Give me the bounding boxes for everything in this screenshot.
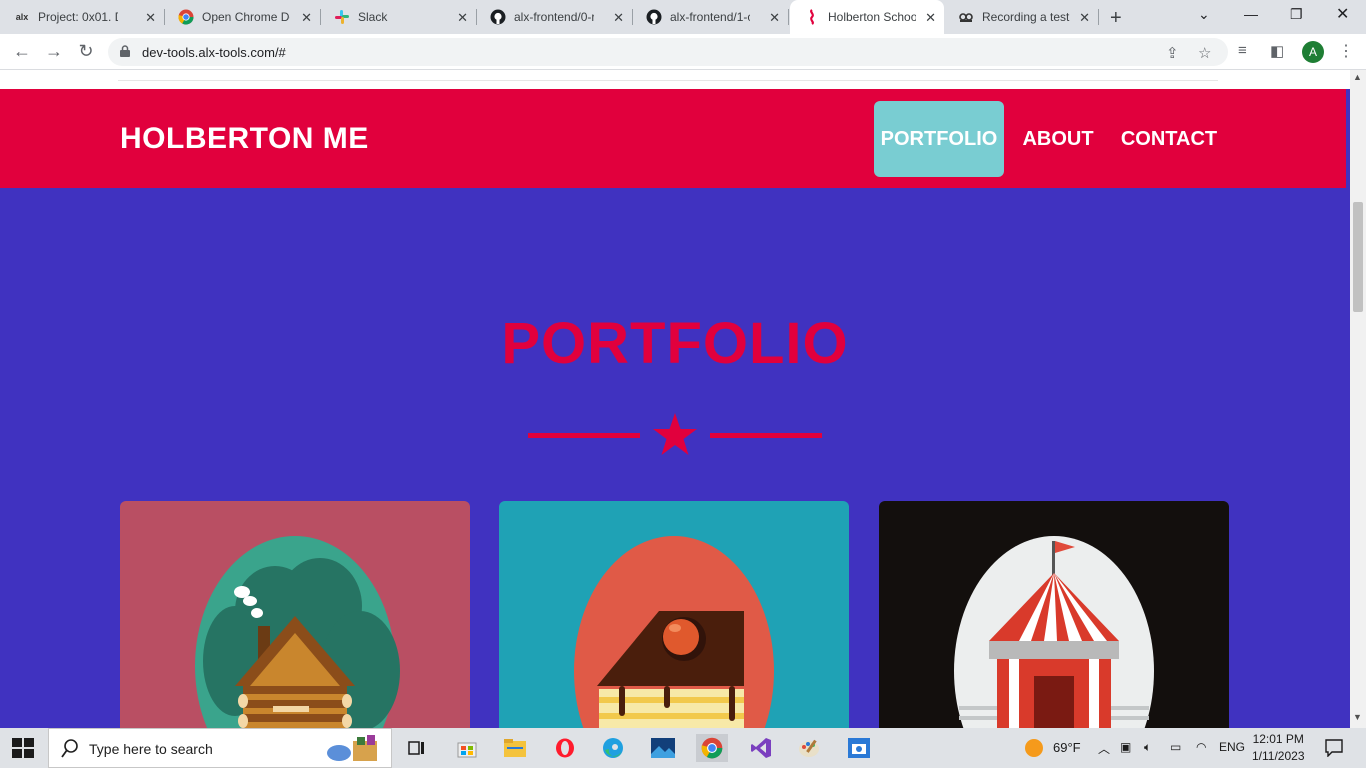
close-icon[interactable]: ✕ (769, 10, 780, 26)
section-title: PORTFOLIO (501, 311, 849, 376)
photo-app-icon[interactable] (648, 734, 678, 762)
media-control-icon[interactable]: ≡ (1238, 42, 1247, 59)
scroll-down-icon[interactable]: ▼ (1353, 712, 1362, 722)
forward-arrow-icon[interactable]: → (42, 41, 66, 62)
page-top-strip (0, 70, 1350, 89)
tab-title: alx-frontend/1-cl (670, 10, 750, 24)
close-icon[interactable]: ✕ (925, 10, 936, 26)
circus-tent-icon (954, 536, 1154, 728)
github-icon (646, 9, 662, 25)
tab-project[interactable]: alx Project: 0x01. De ✕ (0, 0, 165, 34)
tab-title: Project: 0x01. De (38, 10, 118, 24)
portfolio-card-circus[interactable] (879, 501, 1229, 728)
search-placeholder: Type here to search (89, 741, 213, 757)
site-header: HOLBERTON ME PORTFOLIO ABOUT CONTACT (0, 89, 1346, 188)
tab-chrome-devtools[interactable]: Open Chrome De ✕ (164, 0, 321, 34)
window-close-icon[interactable]: ✕ (1336, 4, 1349, 24)
github-icon (490, 9, 506, 25)
windows-start-icon[interactable] (12, 738, 34, 758)
restore-icon[interactable]: ❐ (1290, 6, 1303, 23)
close-icon[interactable]: ✕ (613, 10, 624, 26)
weather-temp[interactable]: 69°F (1053, 740, 1081, 755)
portfolio-card-cabin[interactable] (120, 501, 470, 728)
clock-date: 1/11/2023 (1252, 749, 1305, 763)
tab-github-0[interactable]: alx-frontend/0-re ✕ (476, 0, 633, 34)
lock-icon (120, 45, 130, 57)
menu-kebab-icon[interactable]: ⋮ (1338, 41, 1354, 61)
tab-holberton[interactable]: Holberton Schoo ✕ (790, 0, 944, 34)
minimize-icon[interactable]: — (1244, 6, 1258, 22)
chevron-up-icon[interactable]: ︿ (1098, 740, 1110, 757)
side-panel-icon[interactable]: ◧ (1270, 42, 1284, 60)
scrollbar-thumb[interactable] (1353, 202, 1363, 312)
search-icon (61, 739, 78, 758)
close-icon[interactable]: ✕ (1079, 10, 1090, 26)
system-clock[interactable]: 12:01 PM 1/11/2023 (1252, 731, 1305, 765)
file-explorer-icon[interactable] (500, 734, 530, 762)
network-status-icon[interactable]: ▣ (1120, 740, 1131, 754)
new-tab-plus-icon[interactable]: + (1110, 7, 1122, 30)
tab-title: alx-frontend/0-re (514, 10, 594, 24)
windows-taskbar: Type here to search 69°F ︿ ▣ 🔈︎ ▭ ◠ ENG … (0, 728, 1366, 768)
chrome-icon (178, 9, 194, 25)
nav-contact[interactable]: CONTACT (1112, 101, 1226, 177)
bookmark-star-icon[interactable]: ☆ (1198, 44, 1211, 62)
close-icon[interactable]: ✕ (301, 10, 312, 26)
site-brand[interactable]: HOLBERTON ME (120, 122, 369, 156)
page-scrollbar[interactable]: ▲ ▼ (1350, 70, 1366, 728)
tab-title: Recording a test (982, 10, 1070, 24)
tab-github-1[interactable]: alx-frontend/1-cl ✕ (632, 0, 789, 34)
tab-recording[interactable]: Recording a test ✕ (944, 0, 1099, 34)
slack-icon (334, 9, 350, 25)
wifi-icon[interactable]: ◠ (1196, 740, 1206, 754)
portfolio-card-cake[interactable] (499, 501, 849, 728)
close-icon[interactable]: ✕ (145, 10, 156, 26)
paint-icon[interactable] (794, 734, 824, 762)
tab-title: Open Chrome De (202, 10, 290, 24)
alx-icon: alx (15, 12, 29, 22)
microsoft-store-icon[interactable] (452, 734, 482, 762)
search-highlight-illustration-icon (327, 735, 377, 761)
edge-icon[interactable] (598, 734, 628, 762)
browser-tab-strip: alx Project: 0x01. De ✕ Open Chrome De ✕… (0, 0, 1366, 34)
task-view-icon[interactable] (402, 734, 432, 762)
recorder-icon (958, 9, 974, 25)
reload-icon[interactable]: ↻ (74, 41, 98, 62)
nav-about[interactable]: ABOUT (1014, 101, 1102, 177)
taskbar-search-box[interactable]: Type here to search (48, 728, 392, 768)
cabin-icon (195, 536, 400, 728)
clock-time: 12:01 PM (1252, 732, 1304, 746)
back-arrow-icon[interactable]: ← (10, 41, 34, 62)
close-icon[interactable]: ✕ (457, 10, 468, 26)
tab-title: Slack (358, 10, 388, 24)
profile-avatar[interactable]: A (1302, 41, 1324, 63)
chrome-taskbar-icon[interactable] (696, 734, 728, 762)
opera-icon[interactable] (550, 734, 580, 762)
holberton-icon (804, 9, 820, 25)
star-icon (653, 413, 697, 455)
battery-icon[interactable]: ▭ (1170, 740, 1181, 754)
notification-icon[interactable] (1325, 739, 1343, 757)
tab-title: Holberton Schoo (828, 10, 916, 24)
tab-search-chevron-down-icon[interactable]: ⌄ (1198, 6, 1210, 23)
weather-sun-icon[interactable] (1024, 738, 1044, 758)
url-text: dev-tools.alx-tools.com/# (142, 45, 286, 60)
visual-studio-icon[interactable] (746, 734, 776, 762)
language-indicator[interactable]: ENG (1219, 740, 1245, 754)
address-bar[interactable]: dev-tools.alx-tools.com/# ⇪ ☆ (108, 38, 1228, 66)
cake-icon (574, 536, 774, 728)
page-viewport: HOLBERTON ME PORTFOLIO ABOUT CONTACT POR… (0, 70, 1350, 728)
browser-toolbar: ← → ↻ dev-tools.alx-tools.com/# ⇪ ☆ ≡ ◧ … (0, 34, 1366, 70)
scroll-up-icon[interactable]: ▲ (1353, 72, 1362, 82)
camera-icon[interactable] (844, 734, 874, 762)
volume-icon[interactable]: 🔈︎ (1144, 740, 1151, 755)
star-divider (528, 413, 822, 455)
share-icon[interactable]: ⇪ (1166, 44, 1179, 62)
tab-slack[interactable]: Slack ✕ (320, 0, 477, 34)
nav-portfolio[interactable]: PORTFOLIO (874, 101, 1004, 177)
